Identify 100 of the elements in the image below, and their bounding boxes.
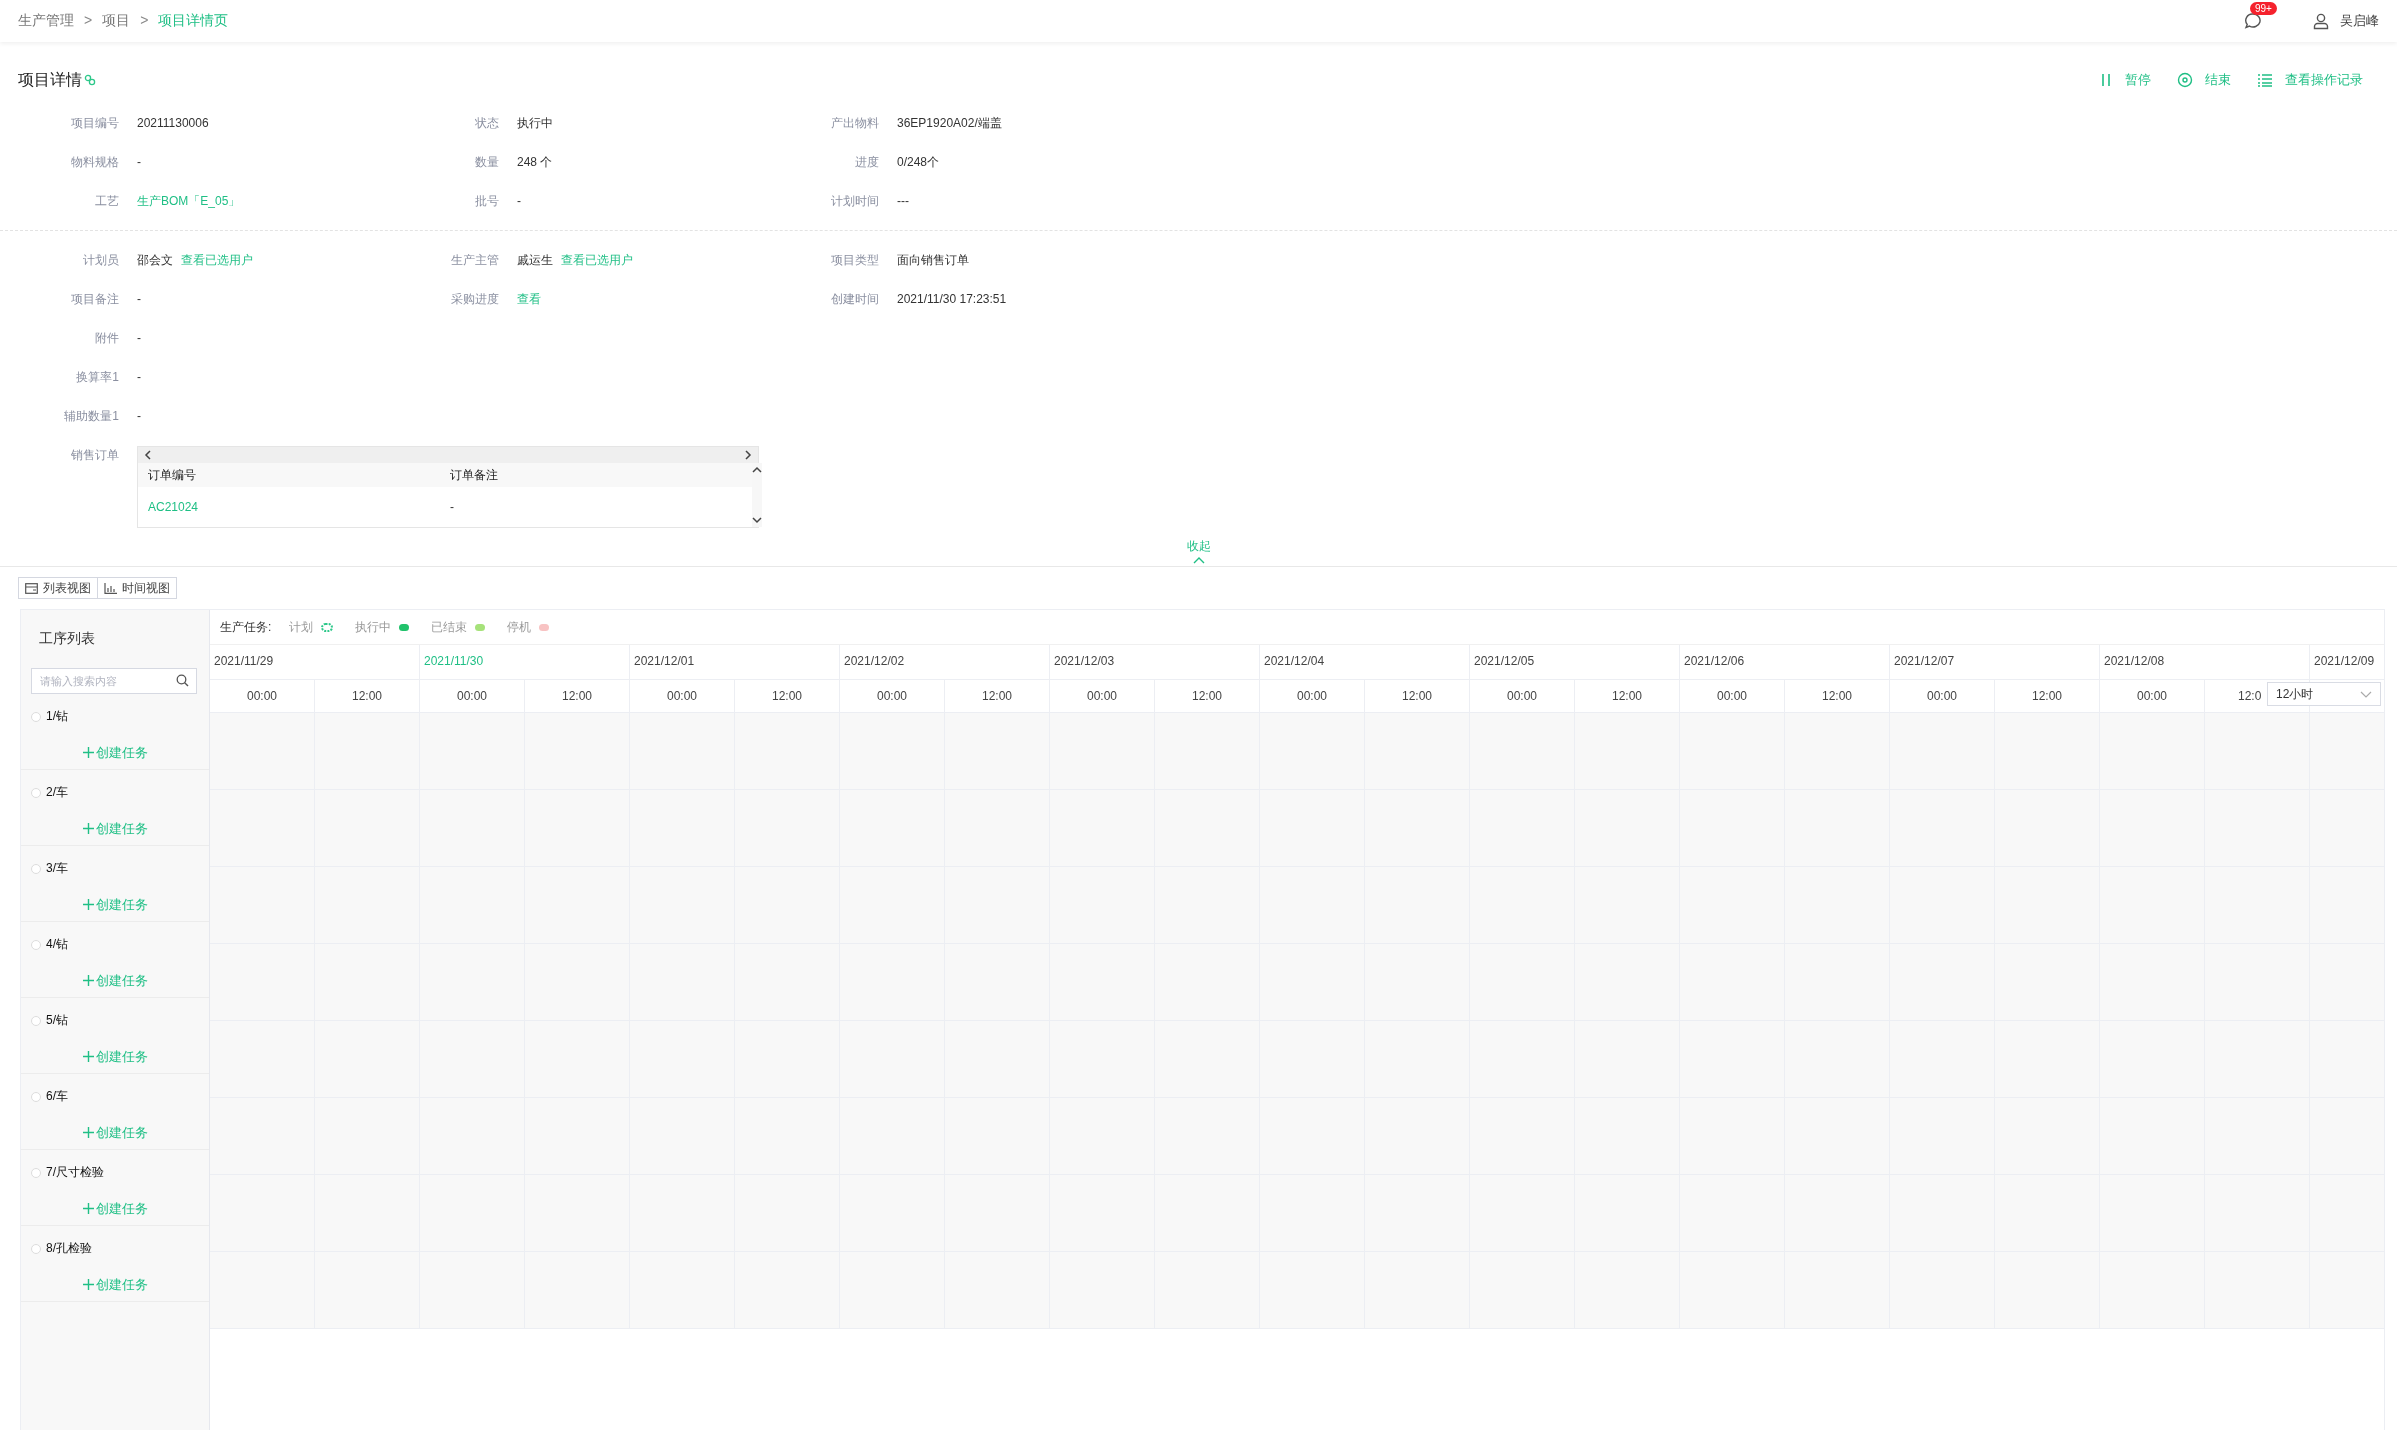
breadcrumb-link[interactable]: 项目详情页 [158,12,229,30]
radio-button[interactable] [31,939,41,950]
field-value: - [137,369,141,386]
plus-icon [83,1051,94,1062]
scroll-down-icon[interactable] [752,516,762,524]
create-task-link[interactable]: 创建任务 [83,972,209,990]
action-button[interactable]: 查看操作记录 [2251,71,2369,89]
breadcrumb-separator: > [84,12,93,30]
field-link[interactable]: 生产BOM「E_05」 [137,192,241,210]
process-name: 3/车 [46,860,68,877]
field-value: - [137,291,141,308]
hour-header: 12:00 [1575,680,1680,712]
create-task-link[interactable]: 创建任务 [83,820,209,838]
field-label: 物料规格 [70,154,119,171]
date-header: 2021/11/29 [210,645,420,679]
field-label: 计划时间 [830,193,879,210]
process-name: 5/钻 [46,1012,68,1029]
field-value: - [517,193,521,210]
order-link[interactable]: AC21024 [148,498,450,516]
message-icon[interactable] [2244,12,2262,30]
radio-button[interactable] [31,787,41,798]
process-name: 4/钻 [46,936,68,953]
field-label: 销售订单 [70,447,119,464]
process-name: 1/钻 [46,708,68,725]
scroll-right-icon[interactable] [744,450,752,460]
radio-button[interactable] [31,1015,41,1026]
column-header: 订单编号 [148,467,197,484]
link-icon[interactable] [84,74,96,86]
field-link[interactable]: 查看 [517,290,541,308]
create-task-link[interactable]: 创建任务 [83,744,209,762]
view-tab[interactable]: 时间视图 [98,577,177,599]
legend-label: 已结束 [431,618,468,636]
scale-dropdown[interactable]: 12小时 [2267,682,2381,706]
field-label: 项目编号 [70,115,119,132]
page-title: 项目详情 [18,69,82,90]
action-button[interactable]: 结束 [2171,71,2237,89]
bar-chart-icon [104,582,117,594]
view-tab[interactable]: 列表视图 [18,577,98,599]
field-label: 采购进度 [450,291,499,308]
legend-label: 执行中 [355,618,392,636]
scroll-up-icon[interactable] [752,466,762,474]
search-field[interactable]: 请输入搜索内容 [31,668,197,694]
date-header: 2021/12/09 [2310,645,2384,679]
list-icon [2257,72,2273,88]
field-label: 换算率1 [75,369,119,386]
chevron-down-icon [2360,690,2372,698]
table-cell-text: - [450,499,455,516]
field-label: 辅助数量1 [63,408,119,425]
hour-header: 00:00 [1260,680,1365,712]
vertical-scrollbar[interactable] [752,463,762,527]
field-label: 状态 [474,115,499,132]
hour-header: 12:00 [1785,680,1890,712]
radio-button[interactable] [31,711,41,722]
caret-up-icon[interactable] [1192,557,1205,564]
action-button[interactable]: 暂停 [2093,71,2157,89]
legend-title: 生产任务: [220,618,272,636]
create-task-link[interactable]: 创建任务 [83,1200,209,1218]
plus-icon [83,823,94,834]
notification-badge: 99+ [2250,2,2277,15]
create-task-link[interactable]: 创建任务 [83,896,209,914]
user-name[interactable]: 吴启峰 [2340,12,2379,30]
scroll-left-icon[interactable] [144,450,152,460]
breadcrumb-link[interactable]: 生产管理 [18,12,74,30]
horizontal-scrollbar[interactable] [138,447,758,463]
field-label: 数量 [474,154,499,171]
field-value: 248 个 [517,154,553,171]
plus-icon [83,899,94,910]
hour-header: 00:00 [420,680,525,712]
plus-icon [83,975,94,986]
plus-icon [83,1279,94,1290]
date-header: 2021/12/08 [2100,645,2310,679]
field-value: 邵会文 [137,252,173,269]
field-label: 创建时间 [830,291,879,308]
field-value: 20211130006 [137,115,209,132]
user-icon[interactable] [2312,12,2330,30]
radio-button[interactable] [31,1091,41,1102]
radio-button[interactable] [31,863,41,874]
field-label: 产出物料 [830,115,879,132]
create-task-link[interactable]: 创建任务 [83,1276,209,1294]
collapse-button[interactable]: 收起 [1186,538,1211,555]
field-label: 生产主管 [450,252,499,269]
breadcrumb-link[interactable]: 项目 [102,12,131,30]
create-task-link[interactable]: 创建任务 [83,1048,209,1066]
field-link[interactable]: 查看已选用户 [181,251,253,269]
field-value: 2021/11/30 17:23:51 [897,291,1007,308]
field-value: - [137,154,141,171]
hour-header: 00:00 [1470,680,1575,712]
pause-icon [2099,72,2113,88]
radio-button[interactable] [31,1167,41,1178]
hour-header: 00:00 [1050,680,1155,712]
date-header: 2021/12/03 [1050,645,1260,679]
search-icon[interactable] [176,674,189,687]
create-task-link[interactable]: 创建任务 [83,1124,209,1142]
field-label: 工艺 [94,193,119,210]
radio-button[interactable] [31,1243,41,1254]
date-header: 2021/12/01 [630,645,840,679]
field-value: --- [897,193,909,210]
field-link[interactable]: 查看已选用户 [561,251,633,269]
hour-header: 00:00 [1680,680,1785,712]
field-label: 项目类型 [830,252,879,269]
